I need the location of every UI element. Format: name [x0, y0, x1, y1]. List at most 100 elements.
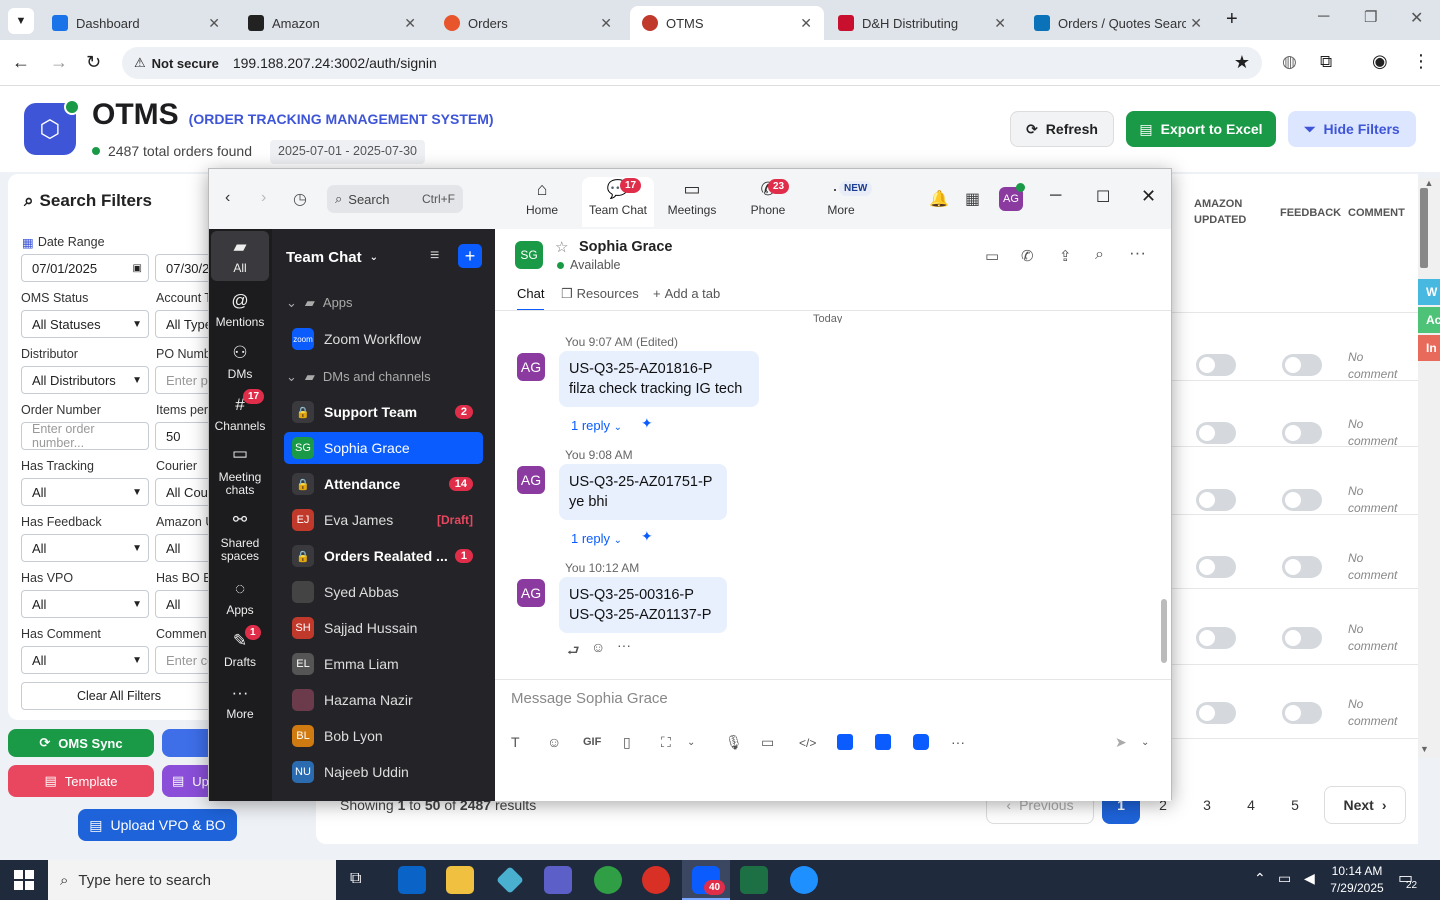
dms-section-header[interactable]: ⌄ ▰ DMs and channels [286, 369, 431, 385]
tray-chevron-up-icon[interactable]: ⌃ [1254, 870, 1266, 887]
new-tab-icon[interactable]: + [1226, 8, 1238, 31]
address-bar[interactable]: ⚠ Not secure 199.188.207.24:3002/auth/sig… [122, 47, 1262, 79]
back-icon[interactable]: ← [12, 52, 30, 73]
network-icon[interactable]: ▭ [1278, 870, 1291, 887]
nav-team-chat[interactable]: 💬 Team Chat 17 [582, 177, 654, 227]
share-screen-icon[interactable]: ⇪ [1059, 247, 1072, 265]
code-icon[interactable]: </> [799, 736, 816, 750]
screenshot-icon[interactable]: ⛶ [661, 734, 671, 751]
more-options-icon[interactable]: ··· [1129, 243, 1146, 263]
amazon-updated-toggle[interactable] [1196, 422, 1236, 444]
profile-icon[interactable]: ◉ [1372, 51, 1388, 72]
rail-mentions[interactable]: @ Mentions [211, 291, 269, 329]
reload-icon[interactable]: ↻ [86, 52, 101, 73]
tab-search-button[interactable]: ▼ [8, 8, 34, 34]
feedback-toggle[interactable] [1282, 556, 1322, 578]
close-tab-icon[interactable]: ✕ [800, 15, 812, 32]
side-tag-ac[interactable]: Ac [1418, 307, 1440, 333]
tab-otms[interactable]: OTMS ✕ [630, 6, 824, 40]
scroll-up-icon[interactable]: ▲ [1418, 178, 1440, 188]
hide-filters-button[interactable]: ⏷ Hide Filters [1288, 111, 1416, 147]
rail-all[interactable]: ▰ All [211, 231, 269, 281]
amazon-updated-toggle[interactable] [1196, 556, 1236, 578]
app-blue-icon-2[interactable] [875, 734, 891, 750]
volume-icon[interactable]: ◀ [1304, 870, 1315, 887]
tab-resources[interactable]: ❒ Resources [561, 286, 639, 302]
list-item[interactable]: 🔒 Support Team 2 [284, 396, 483, 428]
amazon-updated-toggle[interactable] [1196, 627, 1236, 649]
message-bubble[interactable]: US-Q3-25-AZ01816-P filza check tracking … [559, 351, 759, 407]
reply-icon[interactable]: ⮐ [567, 640, 580, 664]
feedback-toggle[interactable] [1282, 627, 1322, 649]
amazon-updated-toggle[interactable] [1196, 489, 1236, 511]
forward-icon[interactable]: › [261, 189, 266, 207]
globe-icon[interactable]: ◍ [1282, 52, 1297, 72]
app-diamond-icon[interactable] [496, 866, 524, 894]
close-tab-icon[interactable]: ✕ [404, 15, 416, 32]
app-blue-icon-1[interactable] [837, 734, 853, 750]
side-tag-w[interactable]: W [1418, 279, 1440, 305]
message-input[interactable]: Message Sophia Grace [511, 690, 668, 707]
close-window-icon[interactable]: ✕ [1410, 8, 1423, 28]
has-tracking-select[interactable]: All ▼ [21, 478, 149, 506]
amazon-updated-toggle[interactable] [1196, 702, 1236, 724]
not-secure-indicator[interactable]: ⚠ Not secure [134, 55, 219, 71]
gif-icon[interactable]: GIF [583, 736, 601, 748]
list-item[interactable]: EJ Eva James [Draft] [284, 504, 483, 536]
windows-start-icon[interactable] [14, 870, 34, 890]
reply-link[interactable]: 1 reply ⌄ [571, 531, 622, 546]
side-tag-in[interactable]: In [1418, 335, 1440, 361]
page-3-button[interactable]: 3 [1188, 786, 1226, 824]
task-view-icon[interactable]: ⧉ [350, 870, 361, 888]
chevron-down-icon[interactable]: ⌄ [1141, 737, 1149, 748]
feedback-toggle[interactable] [1282, 489, 1322, 511]
extensions-icon[interactable]: ⧉ [1320, 52, 1332, 72]
blue-app-icon[interactable] [790, 866, 818, 894]
chevron-down-icon[interactable]: ⌄ [687, 737, 695, 748]
nav-meetings[interactable]: ▭ Meetings [656, 179, 728, 217]
scroll-down-icon[interactable]: ▼ [1420, 744, 1429, 754]
tab-dh-distributing[interactable]: D&H Distributing ✕ [826, 6, 1018, 40]
template-button[interactable]: ▤ Template [8, 765, 154, 797]
distributor-select[interactable]: All Distributors ▼ [21, 366, 149, 394]
list-item-selected[interactable]: SG Sophia Grace [284, 432, 483, 464]
more-tools-icon[interactable]: ··· [951, 734, 965, 750]
export-excel-button[interactable]: ▤ Export to Excel [1126, 111, 1276, 147]
feedback-toggle[interactable] [1282, 354, 1322, 376]
outlook-icon[interactable] [398, 866, 426, 894]
contact-name[interactable]: Sophia Grace [579, 239, 672, 255]
next-page-button[interactable]: Next › [1324, 786, 1406, 824]
reply-link[interactable]: 1 reply ⌄ [571, 418, 622, 433]
maximize-icon[interactable]: ☐ [1096, 187, 1110, 207]
ai-sparkle-icon[interactable]: ✦ [641, 415, 653, 432]
taskbar-search[interactable]: ⌕ Type here to search [48, 860, 336, 900]
avatar[interactable]: AG [517, 353, 545, 381]
order-number-input[interactable]: Enter order number... [21, 422, 149, 450]
close-tab-icon[interactable]: ✕ [1190, 15, 1202, 32]
tab-orders-quotes[interactable]: Orders / Quotes Search ✕ [1022, 6, 1214, 40]
app-blue-icon-3[interactable] [913, 734, 929, 750]
excel-icon[interactable] [740, 866, 768, 894]
close-tab-icon[interactable]: ✕ [208, 15, 220, 32]
page-5-button[interactable]: 5 [1276, 786, 1314, 824]
refresh-button[interactable]: ⟳ Refresh [1010, 111, 1114, 147]
tab-amazon[interactable]: Amazon ✕ [236, 6, 428, 40]
bell-icon[interactable]: 🔔 [929, 189, 949, 209]
search-icon[interactable]: ⌕ [1095, 246, 1104, 264]
oms-sync-button[interactable]: ⟳ OMS Sync [8, 729, 154, 757]
history-icon[interactable]: ◷ [293, 189, 307, 209]
has-comment-select[interactable]: All ▼ [21, 646, 149, 674]
table-scrollbar[interactable]: ▲ [1418, 178, 1440, 758]
more-options-icon[interactable]: ··· [617, 637, 631, 653]
forward-icon[interactable]: → [50, 52, 68, 73]
microphone-icon[interactable]: 🎙 [725, 734, 743, 751]
nav-home[interactable]: ⌂ Home [506, 179, 578, 217]
restore-window-icon[interactable]: ❐ [1364, 8, 1377, 26]
text-format-icon[interactable]: T [511, 734, 520, 750]
minimize-icon[interactable]: ─ [1050, 187, 1061, 205]
list-item[interactable]: Syed Abbas [284, 576, 483, 608]
rail-apps[interactable]: ◌ Apps [211, 579, 269, 617]
ai-sparkle-icon[interactable]: ✦ [641, 528, 653, 545]
feedback-toggle[interactable] [1282, 422, 1322, 444]
list-item[interactable]: 🔒 Attendance 14 [284, 468, 483, 500]
